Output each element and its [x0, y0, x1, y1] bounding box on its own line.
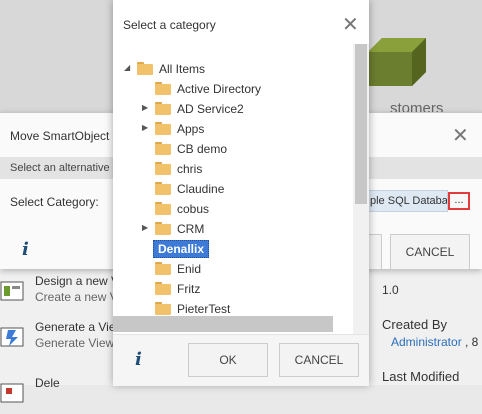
- folder-icon: [155, 162, 171, 175]
- folder-icon: [155, 82, 171, 95]
- created-by-link[interactable]: Administrator: [391, 335, 462, 349]
- tree-node[interactable]: Active Directory: [113, 80, 353, 100]
- tree-node-label: PieterTest: [177, 302, 231, 316]
- folder-icon: [155, 102, 171, 115]
- tree-node[interactable]: ▶ Apps: [113, 120, 353, 140]
- delete-item[interactable]: Dele: [0, 374, 112, 414]
- delete-title: Dele: [35, 376, 60, 390]
- last-modified-label: Last Modified: [382, 369, 460, 384]
- cancel-button[interactable]: CANCEL: [279, 343, 359, 377]
- cube-icon: [368, 38, 426, 86]
- folder-icon: [155, 122, 171, 135]
- design-view-item[interactable]: Design a new V Create a new V: [0, 272, 119, 312]
- info-icon[interactable]: i: [135, 349, 142, 370]
- info-icon[interactable]: i: [22, 239, 29, 260]
- expand-arrow-icon[interactable]: ▶: [142, 103, 148, 112]
- generate-view-icon: [0, 327, 24, 347]
- category-tree: ◢ All Items Active Directory ▶ AD Service2 ▶ A…: [113, 56, 353, 316]
- collapse-arrow-icon[interactable]: ◢: [124, 63, 130, 72]
- select-category-label: Select Category:: [10, 195, 99, 209]
- tree-node-label: CRM: [177, 222, 205, 236]
- tree-node-label: CB demo: [177, 142, 228, 156]
- created-by-label: Created By: [382, 317, 448, 332]
- tree-node-label: Apps: [177, 122, 205, 136]
- version-value: 1.0: [382, 283, 399, 297]
- folder-icon: [137, 62, 153, 75]
- tree-node[interactable]: Claudine: [113, 180, 353, 200]
- expand-arrow-icon[interactable]: ▶: [142, 123, 148, 132]
- tree-node-label: Fritz: [177, 282, 201, 296]
- tree-node[interactable]: Denallix: [113, 240, 353, 260]
- move-cancel-button[interactable]: CANCEL: [390, 234, 470, 270]
- close-icon[interactable]: ✕: [342, 12, 359, 37]
- tree-node[interactable]: ▶ CRM: [113, 220, 353, 240]
- tree-node-label: cobus: [177, 202, 210, 216]
- tree-node-label: chris: [177, 162, 203, 176]
- folder-icon: [155, 222, 171, 235]
- tree-node-label: Claudine: [177, 182, 225, 196]
- design-view-icon: [0, 281, 24, 301]
- expand-arrow-icon[interactable]: ▶: [142, 223, 148, 232]
- dialog-title: Select a category: [123, 18, 216, 32]
- folder-icon: [155, 282, 171, 295]
- tree-node-label: AD Service2: [177, 102, 244, 116]
- move-dialog-title: Move SmartObject (: [10, 129, 117, 143]
- tree-node-label: All Items: [159, 62, 206, 76]
- tree-node[interactable]: Enid: [113, 260, 353, 280]
- tree-node[interactable]: CB demo: [113, 140, 353, 160]
- browse-category-button[interactable]: ...: [448, 192, 470, 210]
- tree-node-label: Denallix: [153, 240, 210, 258]
- folder-icon: [155, 202, 171, 215]
- folder-icon: [155, 142, 171, 155]
- generate-view-item[interactable]: Generate a Vie Generate View: [0, 318, 116, 358]
- created-by-suffix: , 8: [465, 335, 479, 349]
- delete-icon: [0, 383, 24, 403]
- folder-icon: [155, 262, 171, 275]
- tree-node-label: Enid: [177, 262, 202, 276]
- tree-node[interactable]: cobus: [113, 200, 353, 220]
- tree-node[interactable]: Fritz: [113, 280, 353, 300]
- generate-view-subtitle: Generate View: [35, 336, 115, 350]
- select-category-dialog: Select a category ✕ ◢ All Items Active Dir…: [113, 0, 369, 386]
- horizontal-scrollbar[interactable]: [113, 316, 333, 332]
- design-view-subtitle: Create a new V: [35, 290, 118, 304]
- vertical-scrollbar[interactable]: [353, 44, 369, 334]
- tree-node[interactable]: ◢ All Items: [113, 60, 353, 80]
- folder-icon: [155, 302, 171, 315]
- category-field[interactable]: ple SQL Databas: [366, 190, 448, 212]
- tree-node[interactable]: PieterTest: [113, 300, 353, 316]
- scrollbar-thumb[interactable]: [355, 44, 367, 204]
- generate-view-title: Generate a Vie: [35, 320, 116, 334]
- tree-node[interactable]: ▶ AD Service2: [113, 100, 353, 120]
- design-view-title: Design a new V: [35, 274, 120, 288]
- folder-icon: [155, 182, 171, 195]
- close-icon[interactable]: ✕: [452, 123, 469, 148]
- tree-node[interactable]: chris: [113, 160, 353, 180]
- alternative-text: Select an alternative: [10, 162, 110, 174]
- tree-node-label: Active Directory: [177, 82, 262, 96]
- ok-button[interactable]: OK: [188, 343, 268, 377]
- dialog-footer: i OK CANCEL: [113, 334, 369, 386]
